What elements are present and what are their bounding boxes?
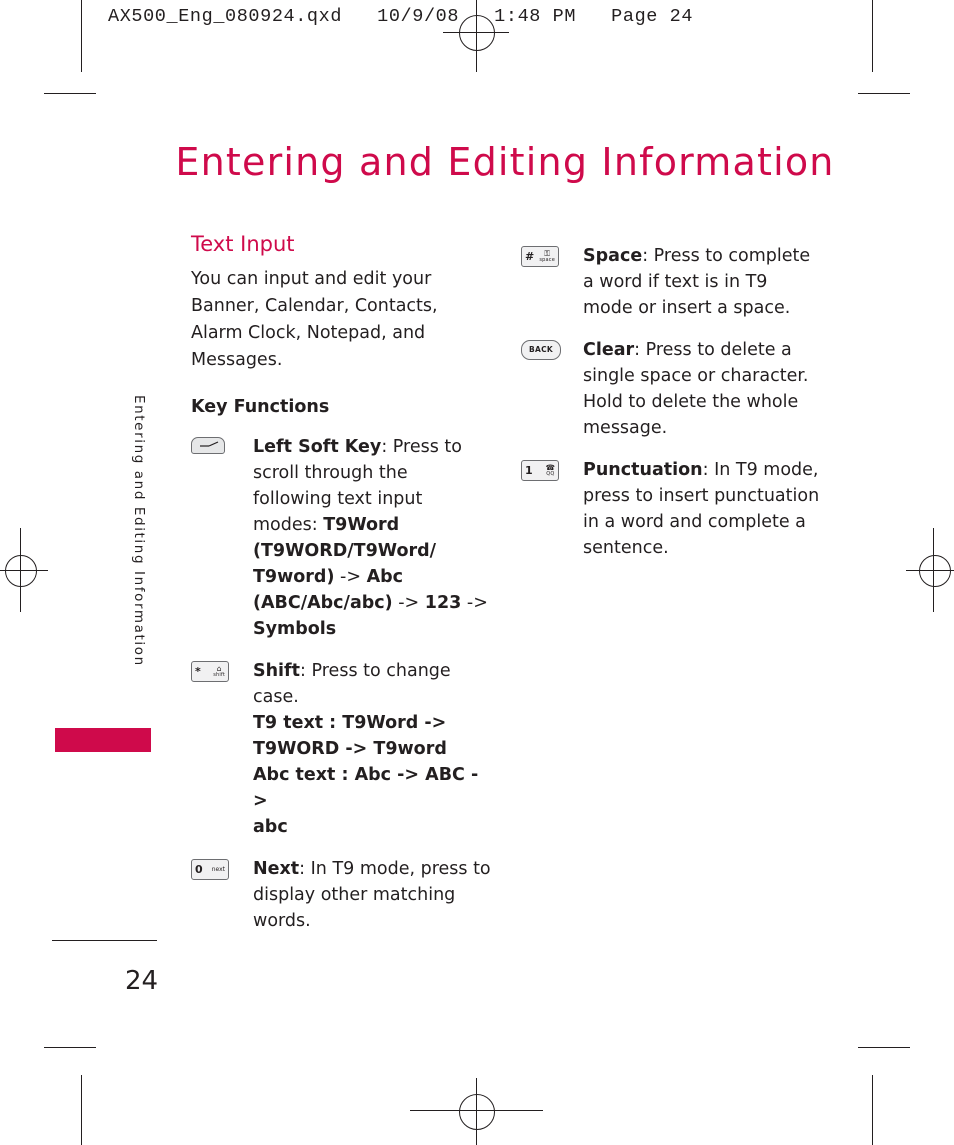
key-row: * ⌂ shift Shift: Press to change case. T… [191,658,491,840]
left-soft-key-glyph [200,441,219,447]
registration-cross-right-horizontal [906,570,954,571]
crop-mark-left-vertical [81,0,82,72]
crop-mark-bottom-left-vertical [81,1075,82,1145]
folio-rule [52,940,157,941]
key-secondary-stack: ⚿ space [539,250,555,263]
key-bold-line-2: T9WORD -> T9word [253,739,447,759]
crop-mark-top-right-horizontal [858,93,910,94]
section-heading-text-input: Text Input [191,232,295,256]
key-description: Punctuation: In T9 mode, press to insert… [583,457,821,561]
key-text-mid-1: -> [334,567,367,587]
key-description: Clear: Press to delete a single space or… [583,337,821,441]
key-text-mid-3: -> [461,593,488,613]
crop-mark-bottom-left-horizontal [44,1047,96,1048]
pound-space-key-icon: # ⚿ space [521,246,559,267]
key-row: Left Soft Key: Press to scroll through t… [191,434,491,642]
key-row: 0 next Next: In T9 mode, press to displa… [191,856,491,934]
crop-mark-bottom-right-vertical [872,1075,873,1145]
key-description: Space: Press to complete a word if text … [583,243,821,321]
crop-mark-top-left-horizontal [44,93,96,94]
left-column: Text Input You can input and edit your B… [191,232,491,950]
key-description: Left Soft Key: Press to scroll through t… [253,434,491,642]
key-row: BACK Clear: Press to delete a single spa… [521,337,821,441]
key-bold-line-3: Abc text : Abc -> ABC -> [253,765,479,811]
key-primary-glyph: 1 [525,464,533,477]
key-sub-label: space [539,256,555,263]
key-sub-label: shift [213,671,225,678]
key-description: Shift: Press to change case. T9 text : T… [253,658,491,840]
key-secondary-stack: ⌂ shift [213,665,225,678]
key-text-bold-4: Symbols [253,619,337,639]
key-label: Shift [253,661,301,681]
key-icon-cell [191,434,253,454]
one-punctuation-key-icon: 1 ☎ QQ [521,460,559,481]
subheading-key-functions: Key Functions [191,397,330,417]
left-soft-key-icon [191,437,225,454]
key-primary-glyph: * [195,665,201,678]
key-icon-cell: 0 next [191,856,253,880]
file-stamp: AX500_Eng_080924.qxd 10/9/08 1:48 PM Pag… [108,6,694,27]
key-label: Clear [583,340,635,360]
right-column: # ⚿ space Space: Press to complete a wor… [521,243,821,577]
registration-cross-bottom-horizontal [410,1110,543,1111]
key-text-bold-3: 123 [424,593,462,613]
zero-next-key-icon: 0 next [191,859,229,880]
page-title: Entering and Editing Information [175,140,835,184]
key-description: Next: In T9 mode, press to display other… [253,856,491,934]
key-row: 1 ☎ QQ Punctuation: In T9 mode, press to… [521,457,821,561]
registration-cross-left-horizontal [0,570,48,571]
key-icon-cell: * ⌂ shift [191,658,253,682]
key-secondary-stack: ☎ QQ [546,464,555,477]
key-label: Left Soft Key [253,437,382,457]
key-label: Space [583,246,643,266]
intro-paragraph: You can input and edit your Banner, Cale… [191,269,438,370]
crop-mark-bottom-right-horizontal [858,1047,910,1048]
key-icon-cell: BACK [521,337,583,360]
key-primary-glyph: 0 [195,863,203,876]
registration-mark-bottom [459,1094,495,1130]
star-shift-key-icon: * ⌂ shift [191,661,229,682]
chapter-tab-marker [55,728,151,752]
key-sub-label: QQ [546,470,555,477]
key-text-mid-2: -> [392,593,425,613]
key-label: Punctuation [583,460,703,480]
key-sub-label: next [211,865,225,873]
page-number: 24 [125,966,159,996]
key-label: Next [253,859,300,879]
key-row: # ⚿ space Space: Press to complete a wor… [521,243,821,321]
registration-mark-right [919,555,951,587]
back-key-icon: BACK [521,340,561,360]
running-head: Entering and Editing Information [131,395,147,667]
registration-mark-left [5,555,37,587]
key-bold-line-4: abc [253,817,288,837]
registration-cross-top-horizontal [443,32,509,33]
key-secondary-stack: next [211,865,225,873]
key-icon-cell: # ⚿ space [521,243,583,267]
registration-cross-bottom-vertical [476,1078,477,1145]
crop-mark-right-vertical [872,0,873,72]
key-icon-cell: 1 ☎ QQ [521,457,583,481]
key-primary-glyph: # [525,250,535,263]
key-bold-line-1: T9 text : T9Word -> [253,713,447,733]
